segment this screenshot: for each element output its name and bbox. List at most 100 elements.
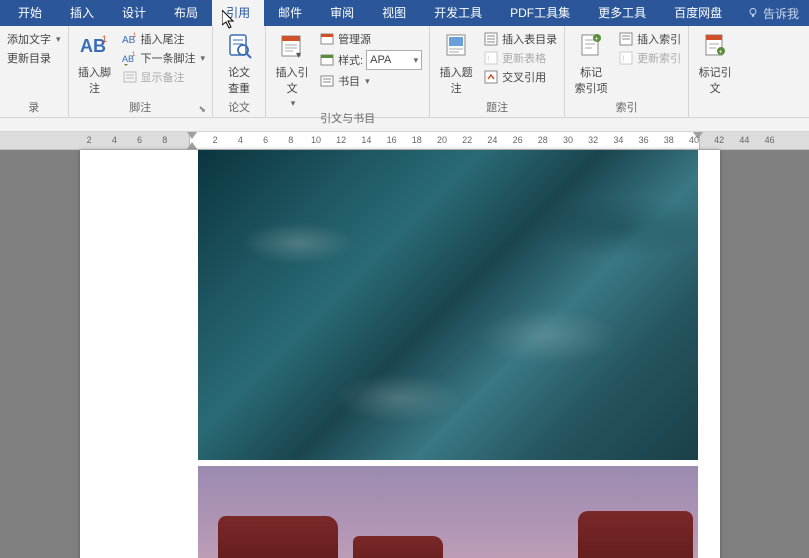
- group-label-captions: 题注: [434, 98, 560, 117]
- tab-baidu[interactable]: 百度网盘: [660, 0, 736, 26]
- next-footnote-button[interactable]: AB1下一条脚注▾: [119, 49, 209, 67]
- tab-design[interactable]: 设计: [108, 0, 160, 26]
- tab-references[interactable]: 引用: [212, 0, 264, 26]
- group-label-toa: [693, 102, 737, 117]
- ruler-tick: 46: [765, 135, 775, 145]
- ruler-tick: 8: [162, 135, 167, 145]
- manage-sources-icon: [319, 31, 335, 47]
- update-toc-button[interactable]: 更新目录: [4, 49, 64, 67]
- tab-home[interactable]: 开始: [4, 0, 56, 26]
- insert-endnote-button[interactable]: AB1插入尾注: [119, 30, 209, 48]
- svg-text:!: !: [622, 54, 625, 64]
- mark-index-icon: +: [575, 30, 607, 62]
- ruler-tick: 28: [538, 135, 548, 145]
- thesis-check-button[interactable]: 论文 查重: [217, 28, 261, 96]
- svg-text:1: 1: [132, 52, 136, 58]
- ruler-tick: 2: [213, 135, 218, 145]
- ruler-tick: 20: [437, 135, 447, 145]
- insert-tof-button[interactable]: 插入表目录: [480, 30, 560, 48]
- next-footnote-icon: AB1: [122, 50, 138, 66]
- ribbon: 添加文字▾ 更新目录 录 AB1 插入脚注 AB1插入尾注 AB1下一条脚注▾ …: [0, 26, 809, 118]
- group-research: 论文 查重 论文: [213, 26, 266, 117]
- rock-shape: [218, 516, 338, 558]
- ruler-tick: 6: [263, 135, 268, 145]
- document-page[interactable]: [80, 150, 720, 558]
- mark-citation-button[interactable]: + 标记引文: [693, 28, 737, 96]
- mark-citation-icon: +: [699, 30, 731, 62]
- manage-sources-button[interactable]: 管理源: [316, 30, 425, 48]
- tell-me-label: 告诉我: [763, 5, 799, 22]
- insert-index-button[interactable]: 插入索引: [615, 30, 684, 48]
- citation-style-row: 样式: APA▾: [316, 49, 425, 71]
- ruler-tick: 34: [613, 135, 623, 145]
- ruler-tick: 18: [412, 135, 422, 145]
- horizontal-ruler[interactable]: 8642246810121416182022242628303234363840…: [0, 132, 809, 150]
- svg-text:+: +: [719, 49, 723, 56]
- ruler-tick: 4: [238, 135, 243, 145]
- ruler-tick: 2: [87, 135, 92, 145]
- ruler-tick: 40: [689, 135, 699, 145]
- add-text-button[interactable]: 添加文字▾: [4, 30, 64, 48]
- tab-review[interactable]: 审阅: [316, 0, 368, 26]
- bibliography-icon: [319, 73, 335, 89]
- insert-citation-button[interactable]: ▾ 插入引文▾: [270, 28, 314, 109]
- insert-caption-button[interactable]: 插入题注: [434, 28, 478, 96]
- group-label-research: 论文: [217, 98, 261, 117]
- mark-index-entry-button[interactable]: + 标记 索引项: [569, 28, 613, 96]
- update-table-icon: !: [483, 50, 499, 66]
- bibliography-button[interactable]: 书目▾: [316, 72, 425, 90]
- image-desert[interactable]: [198, 466, 698, 558]
- ruler-tick: 36: [639, 135, 649, 145]
- style-icon: [319, 52, 335, 68]
- first-line-indent-marker[interactable]: [187, 132, 197, 139]
- tab-pdf-tools[interactable]: PDF工具集: [496, 0, 584, 26]
- group-index: + 标记 索引项 插入索引 !更新索引 索引: [565, 26, 689, 117]
- rock-shape: [578, 511, 693, 558]
- tab-view[interactable]: 视图: [368, 0, 420, 26]
- group-toc: 添加文字▾ 更新目录 录: [0, 26, 69, 117]
- insert-index-icon: [618, 31, 634, 47]
- tab-more-tools[interactable]: 更多工具: [584, 0, 660, 26]
- lightbulb-icon: [747, 7, 759, 19]
- svg-text:+: +: [595, 36, 599, 43]
- svg-text:1: 1: [133, 33, 137, 39]
- group-citations: ▾ 插入引文▾ 管理源 样式: APA▾ 书目▾ 引文与书目: [266, 26, 430, 117]
- ruler-tick: 44: [739, 135, 749, 145]
- group-label-footnotes: 脚注⬊: [73, 98, 209, 117]
- tab-layout[interactable]: 布局: [160, 0, 212, 26]
- ruler-tick: 32: [588, 135, 598, 145]
- update-index-icon: !: [618, 50, 634, 66]
- ruler-tick: 16: [387, 135, 397, 145]
- update-table-button[interactable]: !更新表格: [480, 49, 560, 67]
- image-water[interactable]: [198, 150, 698, 460]
- tell-me[interactable]: 告诉我: [741, 5, 805, 22]
- ruler-tick: 8: [288, 135, 293, 145]
- ruler-tick: 12: [336, 135, 346, 145]
- ruler-tick: 14: [361, 135, 371, 145]
- ruler-tick: 4: [112, 135, 117, 145]
- cross-reference-button[interactable]: 交叉引用: [480, 68, 560, 86]
- tof-icon: [483, 31, 499, 47]
- ruler-tick: 42: [714, 135, 724, 145]
- rock-shape: [353, 536, 443, 558]
- citation-style-select[interactable]: APA▾: [366, 50, 422, 70]
- footnote-launcher[interactable]: ⬊: [199, 104, 207, 115]
- show-notes-icon: [122, 69, 138, 85]
- insert-footnote-button[interactable]: AB1 插入脚注: [73, 28, 117, 96]
- hanging-indent-marker[interactable]: [187, 142, 197, 149]
- ruler-tick: 38: [664, 135, 674, 145]
- group-label-citations: 引文与书目: [270, 109, 425, 128]
- svg-text:▾: ▾: [296, 50, 301, 60]
- tab-developer[interactable]: 开发工具: [420, 0, 496, 26]
- group-toa: + 标记引文: [689, 26, 741, 117]
- svg-text:!: !: [487, 54, 490, 64]
- group-label-toc: 录: [4, 98, 64, 117]
- group-captions: 插入题注 插入表目录 !更新表格 交叉引用 题注: [430, 26, 565, 117]
- ruler-tick: 24: [487, 135, 497, 145]
- tab-mailings[interactable]: 邮件: [264, 0, 316, 26]
- update-index-button[interactable]: !更新索引: [615, 49, 684, 67]
- group-label-index: 索引: [569, 98, 684, 117]
- show-notes-button[interactable]: 显示备注: [119, 68, 209, 86]
- tab-insert[interactable]: 插入: [56, 0, 108, 26]
- document-area: 8642246810121416182022242628303234363840…: [0, 132, 809, 558]
